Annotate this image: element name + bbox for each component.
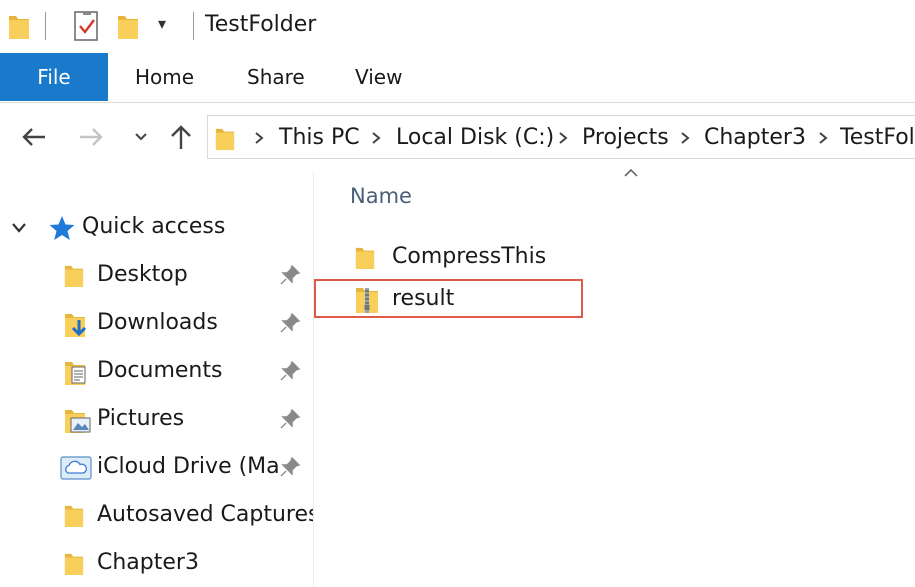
file-item-compressthis[interactable]: CompressThis bbox=[353, 238, 603, 276]
chevron-right-icon[interactable] bbox=[369, 131, 383, 145]
toolbar-separator bbox=[45, 12, 46, 40]
sidebar-item-label: iCloud Drive (Ma bbox=[97, 454, 280, 479]
chevron-right-icon[interactable] bbox=[556, 131, 570, 145]
sidebar-item-label: Autosaved Captures bbox=[97, 502, 314, 527]
tab-file[interactable]: File bbox=[0, 53, 108, 101]
recent-locations-button[interactable] bbox=[123, 119, 159, 155]
breadcrumb-this-pc[interactable]: This PC bbox=[279, 125, 360, 150]
sidebar-item-autosaved-captures[interactable]: Autosaved Captures bbox=[0, 494, 314, 538]
ribbon-tabs: File Home Share View bbox=[0, 53, 915, 103]
breadcrumb-testfolder[interactable]: TestFol bbox=[840, 125, 915, 150]
sidebar-item-label: Documents bbox=[97, 358, 223, 383]
sidebar-item-icloud-drive[interactable]: iCloud Drive (Ma bbox=[0, 446, 313, 490]
chevron-right-icon bbox=[255, 132, 264, 144]
chevron-right-icon[interactable] bbox=[678, 131, 692, 145]
tab-view[interactable]: View bbox=[355, 53, 402, 101]
downloads-folder-icon bbox=[65, 314, 87, 337]
column-header-name[interactable]: Name bbox=[350, 184, 412, 208]
forward-button[interactable] bbox=[73, 119, 109, 155]
sidebar-item-downloads[interactable]: Downloads bbox=[0, 302, 313, 346]
pin-icon[interactable] bbox=[278, 407, 302, 431]
sidebar-item-pictures[interactable]: Pictures bbox=[0, 398, 313, 442]
pin-icon[interactable] bbox=[278, 455, 302, 479]
icloud-drive-icon bbox=[60, 456, 92, 480]
folder-icon bbox=[64, 505, 84, 527]
breadcrumb-projects[interactable]: Projects bbox=[582, 125, 669, 150]
sidebar-item-label: Chapter3 bbox=[97, 550, 199, 575]
window-title: TestFolder bbox=[205, 12, 317, 37]
file-name: CompressThis bbox=[392, 244, 547, 269]
sidebar-item-label: Pictures bbox=[97, 406, 185, 431]
folder-icon[interactable] bbox=[8, 12, 30, 44]
folder-icon bbox=[64, 265, 84, 287]
sidebar-item-chapter3[interactable]: Chapter3 bbox=[0, 542, 313, 586]
folder-icon bbox=[355, 247, 375, 269]
new-folder-icon[interactable] bbox=[117, 12, 139, 44]
file-list: Name CompressThis result bbox=[315, 168, 915, 587]
pin-icon[interactable] bbox=[278, 311, 302, 335]
navigation-pane: Quick access Desktop Downloads Documents… bbox=[0, 172, 314, 587]
sidebar-item-quick-access[interactable]: Quick access bbox=[0, 206, 313, 250]
navigation-bar: This PC Local Disk (C:) Projects Chapter… bbox=[0, 103, 915, 171]
pin-icon[interactable] bbox=[278, 263, 302, 287]
sort-ascending-icon bbox=[624, 168, 638, 177]
back-arrow-icon bbox=[22, 128, 45, 146]
up-arrow-icon bbox=[171, 125, 191, 149]
customize-toolbar-dropdown[interactable]: ▾ bbox=[158, 14, 166, 33]
sidebar-item-label: Downloads bbox=[97, 310, 218, 335]
documents-folder-icon bbox=[65, 362, 86, 385]
breadcrumb-chapter3[interactable]: Chapter3 bbox=[704, 125, 806, 150]
pictures-folder-icon bbox=[65, 410, 91, 433]
forward-arrow-icon bbox=[80, 128, 103, 146]
star-icon bbox=[49, 216, 75, 240]
tab-share[interactable]: Share bbox=[247, 53, 305, 101]
highlight-box bbox=[314, 279, 583, 318]
title-bar: ▾ TestFolder bbox=[0, 0, 915, 52]
chevron-down-icon[interactable] bbox=[11, 222, 27, 234]
chevron-down-icon bbox=[135, 133, 147, 141]
sidebar-item-desktop[interactable]: Desktop bbox=[0, 254, 313, 298]
toolbar-separator bbox=[193, 12, 194, 40]
up-button[interactable] bbox=[163, 119, 199, 155]
pin-icon[interactable] bbox=[278, 359, 302, 383]
sidebar-item-documents[interactable]: Documents bbox=[0, 350, 313, 394]
breadcrumb-local-disk[interactable]: Local Disk (C:) bbox=[396, 125, 554, 150]
back-button[interactable] bbox=[16, 119, 52, 155]
chevron-right-icon[interactable] bbox=[816, 131, 830, 145]
address-bar[interactable]: This PC Local Disk (C:) Projects Chapter… bbox=[207, 115, 915, 159]
folder-icon bbox=[64, 553, 84, 575]
sidebar-item-label: Quick access bbox=[82, 214, 226, 239]
tab-home[interactable]: Home bbox=[135, 53, 194, 101]
folder-icon bbox=[215, 125, 235, 155]
sidebar-item-label: Desktop bbox=[97, 262, 188, 287]
properties-icon[interactable] bbox=[72, 10, 100, 46]
